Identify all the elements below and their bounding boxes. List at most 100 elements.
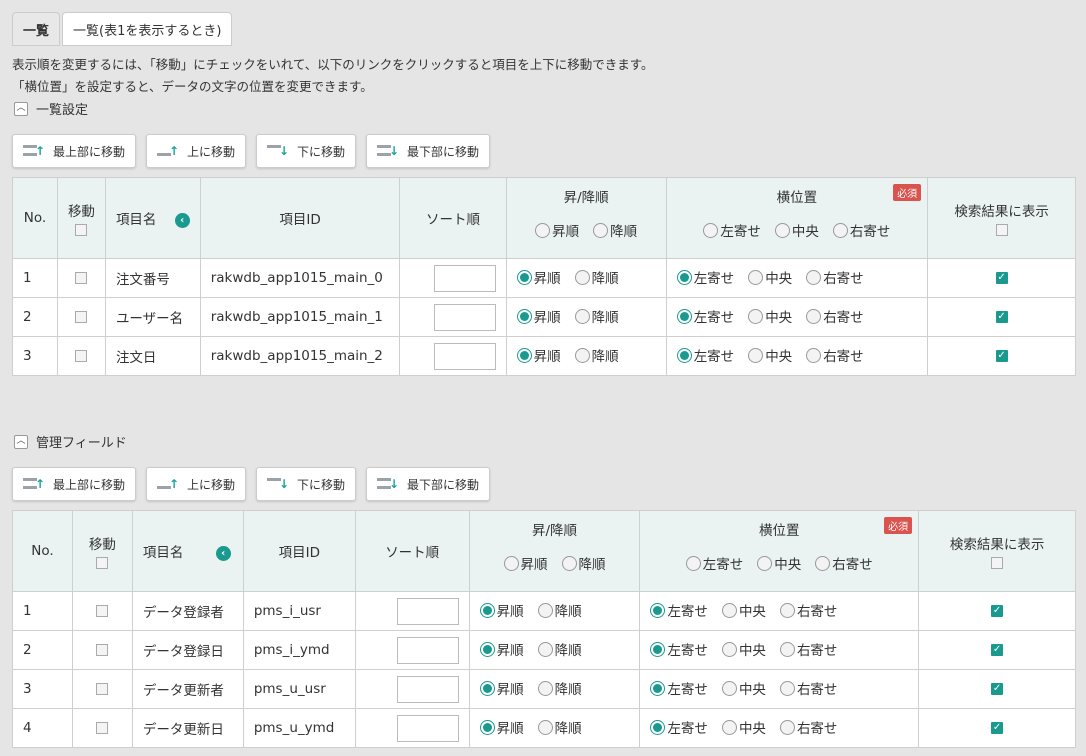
order-all-asc[interactable]: 昇順 [503,553,548,573]
move-bottom-label: 最下部に移動 [407,477,480,492]
left-radio[interactable]: 左寄せ [676,345,734,365]
move-up-button[interactable]: ↑ 上に移動 [146,467,247,501]
sort-input[interactable] [433,264,496,292]
move-bottom-button[interactable]: ↓ 最下部に移動 [366,134,491,168]
left-radio[interactable]: 左寄せ [650,678,708,698]
show-checkbox[interactable]: ✓ [995,272,1008,284]
move-checkbox[interactable] [96,722,109,734]
right-label: 右寄せ [832,557,873,573]
asc-radio[interactable]: 昇順 [479,678,524,699]
move-checkbox[interactable] [96,644,109,656]
center-radio[interactable]: 中央 [748,306,792,326]
asc-radio[interactable]: 昇順 [516,306,561,326]
show-all-checkbox[interactable] [995,224,1008,236]
move-all-checkbox[interactable] [75,224,88,236]
center-radio[interactable]: 中央 [721,678,766,698]
desc-radio[interactable]: 降順 [574,306,619,326]
align-all-center[interactable]: 中央 [774,220,819,240]
align-all-left[interactable]: 左寄せ [685,553,743,573]
right-radio[interactable]: 右寄せ [806,267,864,287]
center-radio[interactable]: 中央 [748,345,792,365]
desc-radio[interactable]: 降順 [574,345,619,365]
collapse-icon[interactable]: ︿ [14,101,28,116]
right-radio[interactable]: 右寄せ [806,306,864,326]
sort-input[interactable] [396,675,459,703]
asc-radio[interactable]: 昇順 [479,639,524,659]
desc-radio[interactable]: 降順 [574,267,619,287]
desc-radio[interactable]: 降順 [537,678,582,698]
row-id: pms_i_usr [242,591,356,631]
asc-radio[interactable]: 昇順 [516,267,561,287]
move-down-icon: ↓ [267,144,289,158]
left-radio[interactable]: 左寄せ [650,717,708,737]
show-checkbox[interactable]: ✓ [991,683,1004,695]
chevron-left-icon[interactable]: ‹ [215,545,231,561]
radio-icon [650,680,666,696]
sort-input[interactable] [433,303,496,331]
show-checkbox[interactable]: ✓ [991,644,1004,656]
tab-list[interactable]: 一覧 [12,12,61,46]
show-all-checkbox[interactable] [991,557,1004,569]
right-radio[interactable]: 右寄せ [779,600,838,621]
sort-input[interactable] [433,342,496,370]
collapse-icon[interactable]: ︿ [14,434,28,449]
align-all-right[interactable]: 右寄せ [815,553,873,573]
align-all-left[interactable]: 左寄せ [703,220,761,240]
sort-input[interactable] [396,597,459,625]
move-checkbox[interactable] [75,311,88,323]
radio-icon [650,641,666,657]
center-radio[interactable]: 中央 [721,639,766,659]
center-radio[interactable]: 中央 [748,267,792,287]
center-radio[interactable]: 中央 [721,600,766,620]
section-header-list-settings[interactable]: ︿ 一覧設定 [14,99,88,118]
show-checkbox[interactable]: ✓ [991,605,1004,617]
desc-radio[interactable]: 降順 [537,639,582,659]
asc-label: 昇順 [496,682,524,699]
show-checkbox[interactable]: ✓ [995,311,1008,323]
asc-radio[interactable]: 昇順 [479,717,524,737]
move-checkbox[interactable] [75,350,88,362]
move-all-checkbox[interactable] [96,557,109,569]
center-radio[interactable]: 中央 [721,717,766,737]
col-show-label: 検索結果に表示 [954,204,1049,220]
move-checkbox[interactable] [75,272,88,284]
desc-radio[interactable]: 降順 [537,717,582,737]
right-radio[interactable]: 右寄せ [779,717,837,737]
right-radio[interactable]: 右寄せ [779,678,837,698]
chevron-left-icon[interactable]: ‹ [174,212,190,228]
sort-input[interactable] [396,714,459,742]
align-all-center[interactable]: 中央 [757,553,801,573]
asc-radio[interactable]: 昇順 [516,345,561,365]
order-all-desc[interactable]: 降順 [593,220,637,240]
sort-input[interactable] [396,636,459,664]
desc-radio[interactable]: 降順 [537,600,582,620]
align-all-right[interactable]: 右寄せ [832,220,890,240]
col-move-label: 移動 [88,537,116,553]
asc-radio[interactable]: 昇順 [479,600,524,620]
left-radio[interactable]: 左寄せ [676,267,734,287]
description-line-2: 「横位置」を設定すると、データの文字の位置を変更できます。 [12,79,373,94]
move-down-button[interactable]: ↓ 下に移動 [256,134,357,168]
left-radio[interactable]: 左寄せ [650,600,708,620]
col-name: 項目名 ‹ [104,177,201,259]
tab-list-table1[interactable]: 一覧(表1を表示するとき) [62,12,233,46]
left-radio[interactable]: 左寄せ [676,306,734,326]
desc-label: 降順 [578,557,606,573]
show-checkbox[interactable]: ✓ [995,350,1008,362]
show-checkbox[interactable]: ✓ [991,722,1004,734]
left-radio[interactable]: 左寄せ [650,639,708,659]
move-checkbox[interactable] [96,605,109,617]
order-all-asc[interactable]: 昇順 [535,220,579,240]
move-top-button[interactable]: ↑ 最上部に移動 [12,467,137,501]
move-top-button[interactable]: ↑ 最上部に移動 [12,134,137,168]
order-all-desc[interactable]: 降順 [561,553,606,573]
right-label: 右寄せ [796,604,838,621]
right-radio[interactable]: 右寄せ [779,639,837,659]
move-down-button[interactable]: ↓ 下に移動 [256,467,357,501]
table-row: 4 データ更新日 pms_u_ymd 昇順 降順 左寄せ 中央 右寄せ ✓ [12,708,1076,748]
move-up-button[interactable]: ↑ 上に移動 [146,134,247,168]
move-checkbox[interactable] [96,683,109,695]
move-bottom-button[interactable]: ↓ 最下部に移動 [366,467,491,501]
section-header-management-fields[interactable]: ︿ 管理フィールド [14,432,127,451]
right-radio[interactable]: 右寄せ [806,345,864,365]
